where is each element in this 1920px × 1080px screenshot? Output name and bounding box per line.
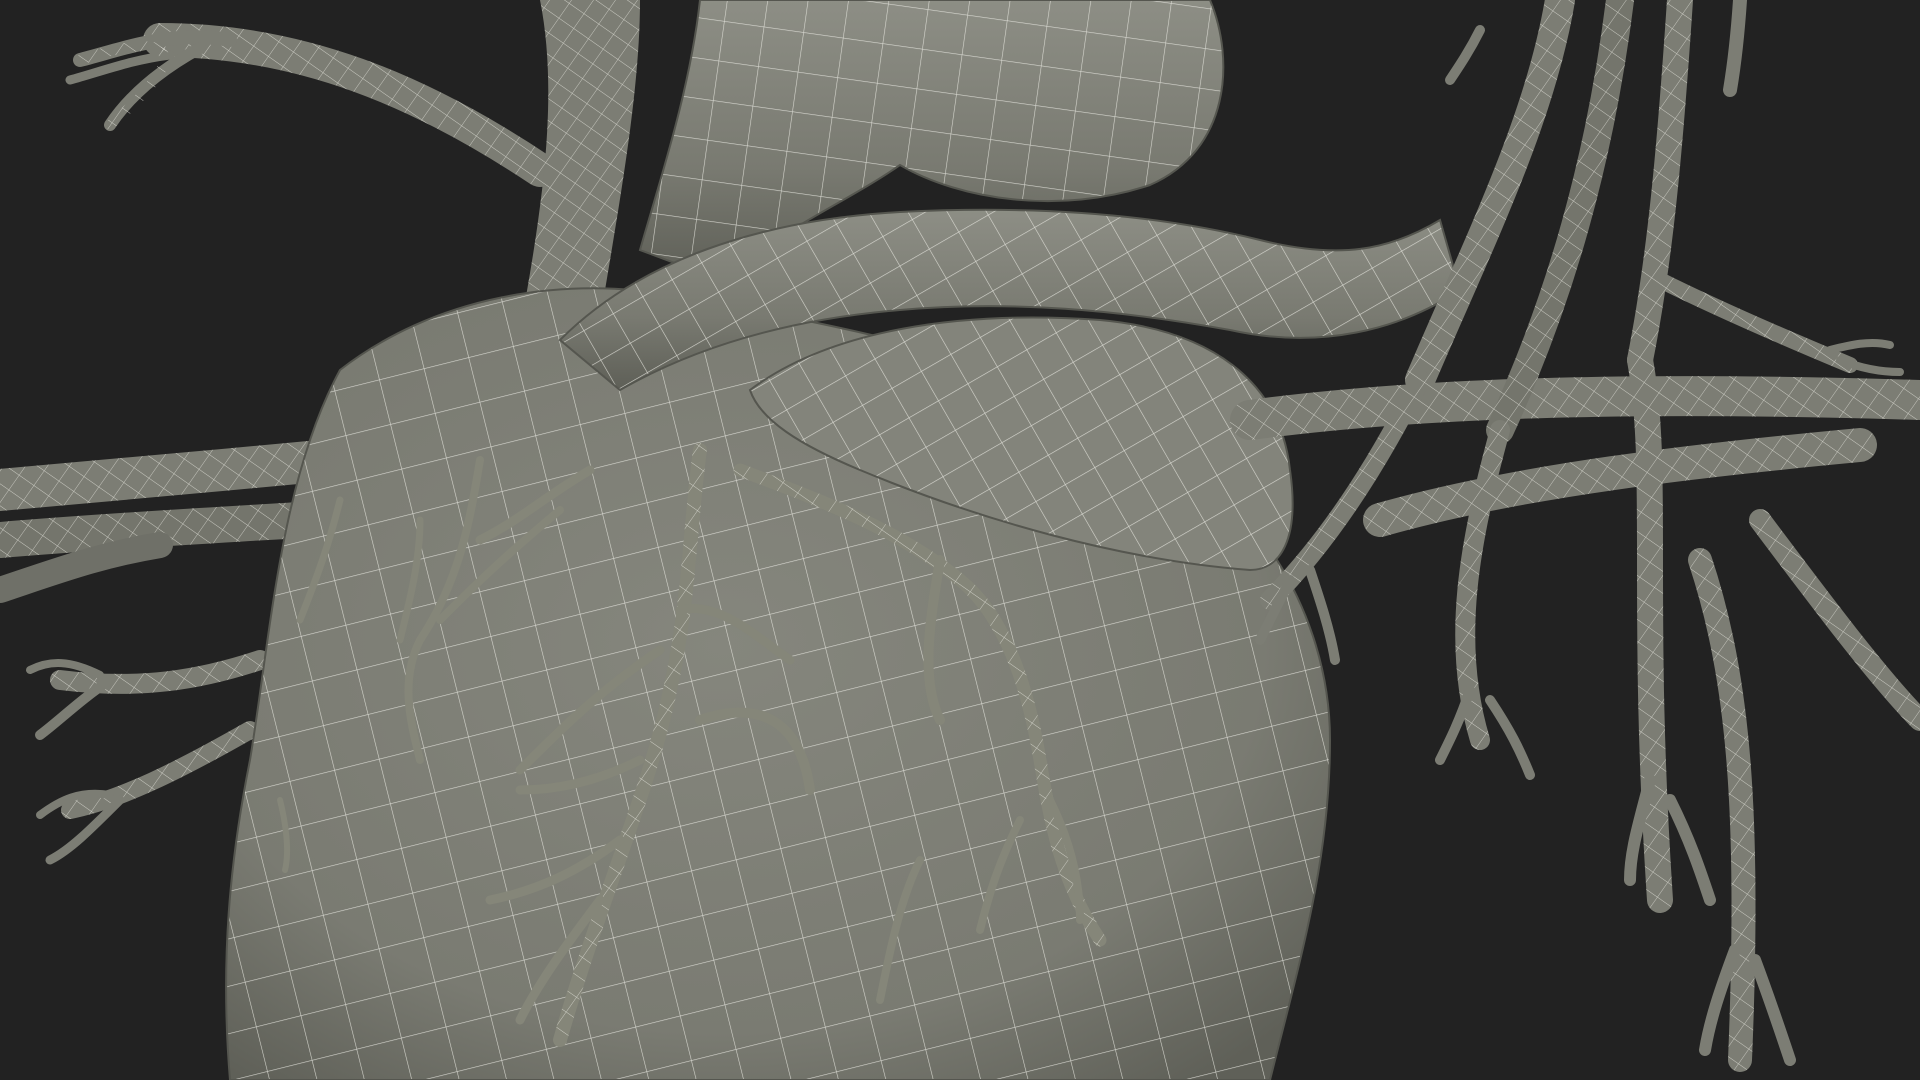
heart-wireframe-render	[0, 0, 1920, 1080]
